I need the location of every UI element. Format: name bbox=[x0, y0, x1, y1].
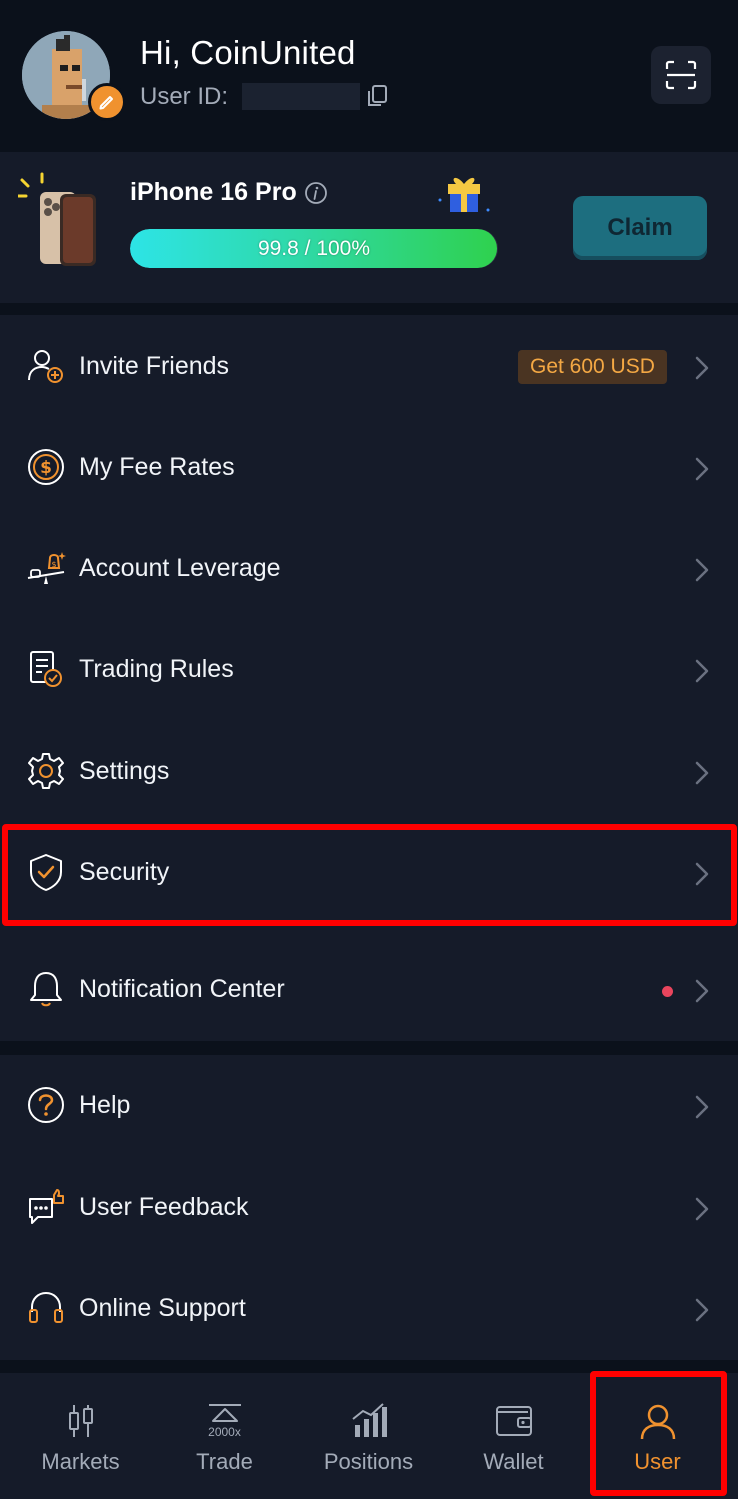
edit-avatar-button[interactable] bbox=[88, 83, 126, 121]
unread-dot bbox=[662, 986, 673, 997]
menu-item-notification-center[interactable]: Notification Center bbox=[0, 941, 738, 1041]
menu-item-fee-rates[interactable]: $ My Fee Rates bbox=[0, 419, 738, 519]
nav-user[interactable]: User bbox=[585, 1373, 730, 1499]
nav-label: Markets bbox=[41, 1449, 120, 1474]
headset-icon bbox=[26, 1288, 66, 1328]
menu-item-account-leverage[interactable]: $ Account Leverage bbox=[0, 520, 738, 620]
menu-item-label: Security bbox=[79, 858, 170, 886]
candlestick-icon bbox=[61, 1401, 101, 1441]
menu-group-account: Invite Friends Get 600 USD $ My Fee Rate… bbox=[0, 315, 738, 941]
copy-icon[interactable] bbox=[366, 84, 388, 108]
svg-text:$: $ bbox=[40, 458, 52, 478]
nav-positions[interactable]: Positions bbox=[296, 1373, 441, 1499]
user-id-label: User ID: bbox=[140, 83, 229, 110]
menu-group-notifications: Notification Center bbox=[0, 941, 738, 1041]
feedback-icon bbox=[26, 1187, 66, 1227]
menu-item-label: Notification Center bbox=[79, 975, 285, 1003]
shield-check-icon bbox=[26, 852, 66, 892]
leverage-scale-icon: $ bbox=[26, 548, 66, 588]
pencil-icon bbox=[99, 96, 113, 110]
chevron-right-icon bbox=[694, 355, 710, 381]
iphone-image bbox=[16, 170, 102, 268]
bar-chart-icon bbox=[349, 1401, 389, 1441]
scan-button[interactable] bbox=[651, 46, 711, 104]
document-check-icon bbox=[26, 649, 66, 689]
scan-icon bbox=[665, 60, 697, 90]
menu-item-invite-friends[interactable]: Invite Friends Get 600 USD bbox=[0, 318, 738, 418]
wallet-icon bbox=[494, 1401, 534, 1441]
nav-trade[interactable]: 2000x Trade bbox=[152, 1373, 297, 1499]
menu-item-user-feedback[interactable]: User Feedback bbox=[0, 1159, 738, 1259]
app: Hi, CoinUnited User ID: iPhone 16 Pro 99… bbox=[0, 0, 738, 1499]
promo-title: iPhone 16 Pro bbox=[130, 178, 297, 206]
bell-icon bbox=[26, 969, 66, 1009]
menu-item-help[interactable]: Help bbox=[0, 1057, 738, 1157]
promo-progress-bar: 99.8 / 100% bbox=[130, 229, 498, 268]
menu-item-label: Invite Friends bbox=[79, 352, 230, 380]
chevron-right-icon bbox=[694, 1297, 710, 1323]
menu-item-label: Settings bbox=[79, 757, 170, 785]
menu-item-trading-rules[interactable]: Trading Rules bbox=[0, 621, 738, 721]
chevron-right-icon bbox=[694, 760, 710, 786]
invite-reward-badge: Get 600 USD bbox=[518, 350, 667, 384]
chevron-right-icon bbox=[694, 658, 710, 684]
gear-icon bbox=[26, 751, 66, 791]
chevron-right-icon bbox=[694, 456, 710, 482]
nav-label: Positions bbox=[323, 1449, 414, 1474]
svg-text:$: $ bbox=[51, 560, 56, 569]
nav-markets[interactable]: Markets bbox=[8, 1373, 153, 1499]
bottom-nav: Markets 2000x Trade Positions Wallet Use… bbox=[0, 1373, 738, 1499]
menu-item-online-support[interactable]: Online Support bbox=[0, 1260, 738, 1360]
menu-item-label: User Feedback bbox=[79, 1193, 249, 1221]
claim-button[interactable]: Claim bbox=[573, 196, 707, 260]
dollar-coin-icon: $ bbox=[26, 447, 66, 487]
nav-label: User bbox=[634, 1449, 681, 1474]
question-icon bbox=[26, 1085, 66, 1125]
chevron-right-icon bbox=[694, 1094, 710, 1120]
nav-wallet[interactable]: Wallet bbox=[441, 1373, 586, 1499]
greeting-text: Hi, CoinUnited bbox=[140, 34, 356, 71]
user-icon bbox=[638, 1401, 678, 1441]
menu-item-label: Help bbox=[79, 1091, 131, 1119]
trade-leverage-text: 2000x bbox=[208, 1425, 241, 1439]
menu-group-support: Help User Feedback Online Support bbox=[0, 1055, 738, 1360]
profile-header: Hi, CoinUnited User ID: bbox=[0, 0, 738, 152]
invite-user-icon bbox=[26, 346, 66, 386]
chevron-right-icon bbox=[694, 1196, 710, 1222]
menu-item-security[interactable]: Security bbox=[0, 824, 738, 924]
chevron-right-icon bbox=[694, 557, 710, 583]
chevron-right-icon bbox=[694, 861, 710, 887]
info-icon[interactable] bbox=[304, 181, 328, 205]
nav-label: Trade bbox=[196, 1449, 253, 1474]
menu-item-label: Online Support bbox=[79, 1294, 246, 1322]
progress-text: 99.8 / 100% bbox=[257, 236, 371, 260]
menu-item-label: Account Leverage bbox=[79, 554, 281, 582]
menu-item-label: Trading Rules bbox=[79, 655, 234, 683]
gift-icon bbox=[436, 170, 492, 214]
menu-item-label: My Fee Rates bbox=[79, 453, 235, 481]
chevron-right-icon bbox=[694, 978, 710, 1004]
nav-label: Wallet bbox=[483, 1449, 544, 1474]
menu-item-settings[interactable]: Settings bbox=[0, 723, 738, 823]
user-id-value bbox=[242, 83, 360, 110]
